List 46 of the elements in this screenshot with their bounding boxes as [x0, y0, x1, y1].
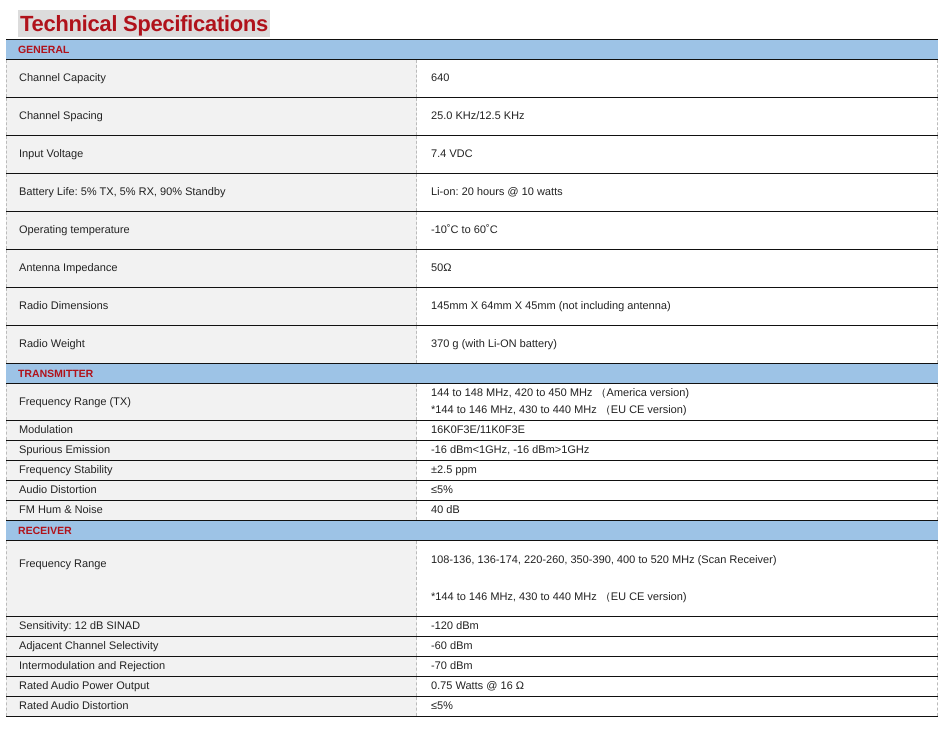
section-header: TRANSMITTER — [6, 364, 938, 384]
spec-label: Intermodulation and Rejection — [19, 659, 166, 674]
spec-label: Audio Distortion — [19, 483, 97, 498]
spec-label: Frequency Stability — [19, 463, 113, 478]
spec-label: Antenna Impedance — [19, 261, 118, 276]
spec-value: 144 to 148 MHz, 420 to 450 MHz （America version) — [431, 386, 690, 401]
spec-value: 640 — [431, 71, 450, 86]
spec-label: FM Hum & Noise — [19, 503, 103, 518]
spec-value: 7.4 VDC — [431, 147, 474, 162]
spec-value: ±2.5 ppm — [431, 463, 478, 478]
spec-label: Input Voltage — [19, 147, 84, 162]
spec-label: Frequency Range (TX) — [19, 394, 131, 410]
spec-label: Channel Capacity — [19, 71, 106, 86]
section-header: GENERAL — [6, 40, 938, 60]
spec-label: Rated Audio Distortion — [19, 699, 128, 714]
spec-label: Channel Spacing — [19, 109, 103, 124]
spec-value: 0.75 Watts @ 16 Ω — [431, 679, 525, 694]
spec-value: 370 g (with Li-ON battery) — [431, 337, 558, 352]
spec-value: ≤5% — [431, 483, 454, 498]
spec-label: Modulation — [19, 423, 73, 438]
spec-value: 108-136, 136-174, 220-260, 350-390, 400 to 520 MHz (Scan Receiver) — [431, 553, 778, 568]
spec-value: *144 to 146 MHz, 430 to 440 MHz （EU CE version) — [431, 590, 688, 605]
page-title: Technical Specifications — [18, 10, 270, 37]
spec-value: 40 dB — [431, 503, 461, 518]
spec-label: Rated Audio Power Output — [19, 679, 150, 694]
spec-label: Sensitivity: 12 dB SINAD — [19, 619, 140, 634]
spec-value: 25.0 KHz/12.5 KHz — [431, 109, 526, 124]
spec-value: ≤5% — [431, 699, 454, 714]
spec-value: -70 dBm — [431, 659, 474, 674]
spec-label: Frequency Range — [19, 557, 106, 572]
spec-value: 16K0F3E/11K0F3E — [431, 423, 526, 438]
spec-label: Adjacent Channel Selectivity — [19, 639, 158, 654]
spec-label: Spurious Emission — [19, 443, 110, 458]
spec-value: -60 dBm — [431, 639, 474, 654]
spec-label: Radio Weight — [19, 337, 85, 352]
spec-label: Battery Life: 5% TX, 5% RX, 90% Standby — [19, 185, 226, 200]
spec-value: Li-on: 20 hours @ 10 watts — [431, 185, 564, 200]
section-header: RECEIVER — [6, 521, 938, 541]
spec-label: Radio Dimensions — [19, 299, 108, 314]
spec-label: Operating temperature — [19, 223, 130, 238]
spec-value: -16 dBm<1GHz, -16 dBm>1GHz — [431, 443, 590, 458]
spec-value: *144 to 146 MHz, 430 to 440 MHz （EU CE version) — [431, 403, 688, 418]
spec-value: 145mm X 64mm X 45mm (not including antenna) — [431, 299, 672, 314]
spec-value: -10˚C to 60˚C — [431, 223, 499, 238]
spec-value: -120 dBm — [431, 619, 480, 634]
spec-value: 50Ω — [431, 261, 452, 276]
